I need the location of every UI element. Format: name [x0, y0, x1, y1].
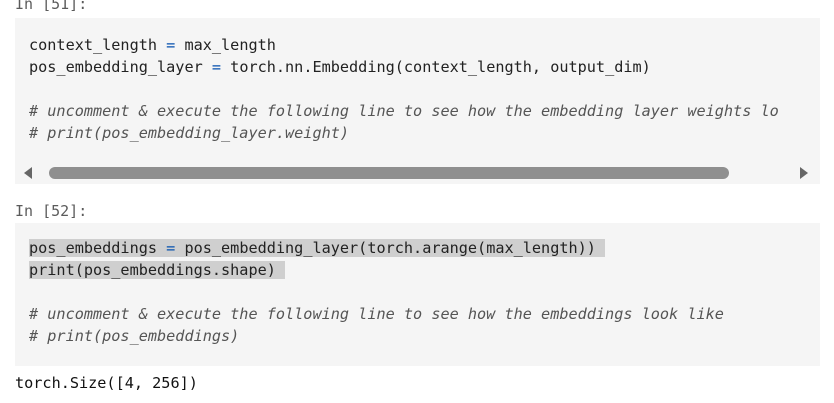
- scrollbar-thumb[interactable]: [49, 167, 729, 179]
- code-editor[interactable]: pos_embeddings = pos_embedding_layer(tor…: [29, 237, 724, 347]
- code-line: pos_embedding_layer = torch.nn.Embedding…: [29, 56, 779, 78]
- operator: =: [211, 58, 222, 76]
- code-line: context_length = max_length: [29, 34, 779, 56]
- code-line: print(pos_embeddings.shape): [29, 259, 724, 281]
- cell-output: torch.Size([4, 256]): [15, 374, 198, 392]
- code-text: print(pos_embeddings.shape): [29, 261, 276, 279]
- cell-prompt: In [52]:: [15, 202, 88, 220]
- selected-text: pos_embeddings = pos_embedding_layer(tor…: [29, 239, 606, 257]
- selected-text: print(pos_embeddings.shape): [29, 261, 286, 279]
- code-text: context_length: [29, 36, 167, 54]
- comment-line: # print(pos_embedding_layer.weight): [29, 124, 350, 142]
- comment-line: # uncomment & execute the following line…: [29, 102, 779, 120]
- scroll-right-arrow-icon[interactable]: [800, 167, 808, 179]
- code-line: pos_embeddings = pos_embedding_layer(tor…: [29, 237, 724, 259]
- code-text: torch.nn.Embedding(context_length, outpu…: [221, 58, 651, 76]
- code-text: pos_embedding_layer: [29, 58, 212, 76]
- operator: =: [166, 36, 176, 54]
- scroll-left-arrow-icon[interactable]: [24, 167, 32, 179]
- horizontal-scrollbar[interactable]: [15, 162, 820, 184]
- code-editor[interactable]: context_length = max_length pos_embedding…: [29, 34, 779, 144]
- code-text: pos_embedding_layer(torch.arange(max_len…: [175, 239, 596, 257]
- code-text: pos_embeddings: [29, 239, 167, 257]
- code-cell[interactable]: pos_embeddings = pos_embedding_layer(tor…: [15, 223, 820, 366]
- comment-line: # uncomment & execute the following line…: [29, 305, 724, 323]
- cell-prompt: In [51]:: [15, 0, 88, 13]
- code-cell[interactable]: context_length = max_length pos_embedding…: [15, 18, 820, 162]
- operator: =: [166, 239, 176, 257]
- code-text: max_length: [175, 36, 276, 54]
- comment-line: # print(pos_embeddings): [29, 327, 240, 345]
